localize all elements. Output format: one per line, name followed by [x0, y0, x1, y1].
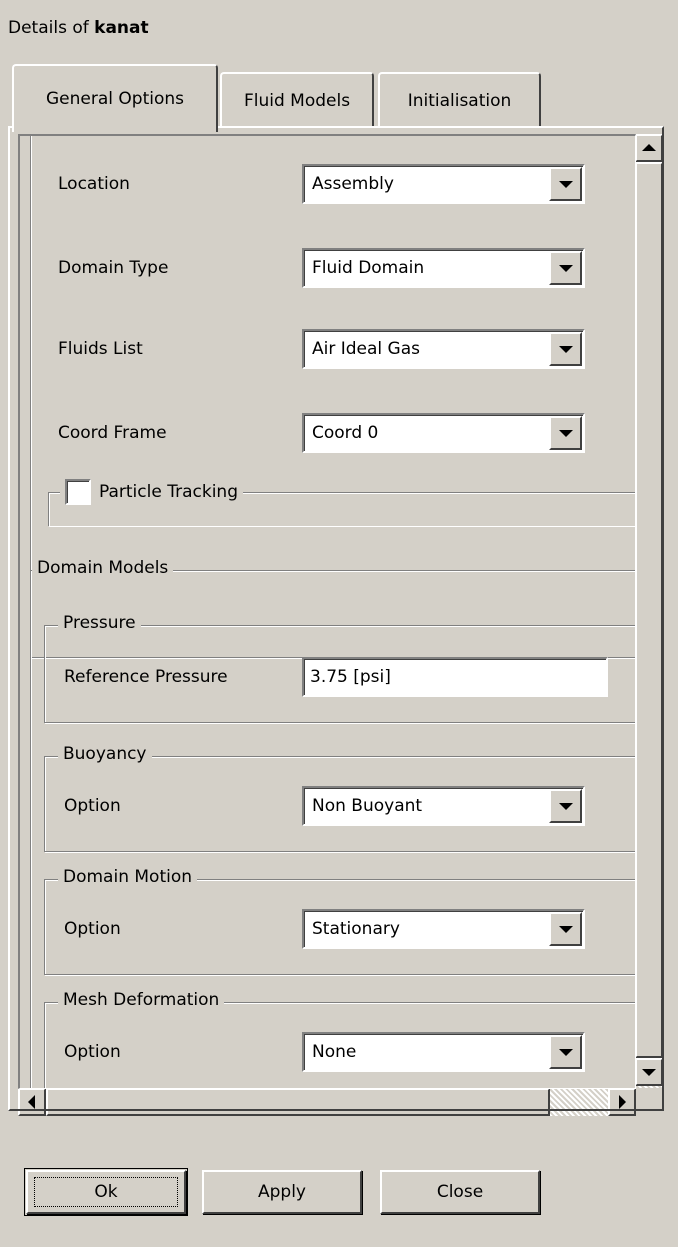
- domain-motion-option-label: Option: [64, 919, 121, 939]
- chevron-down-icon: [558, 265, 573, 272]
- tab-fluid-models[interactable]: Fluid Models: [220, 72, 374, 128]
- buoyancy-option-label: Option: [64, 796, 121, 816]
- chevron-down-icon: [558, 346, 573, 353]
- location-label: Location: [58, 174, 130, 194]
- focus-rect: [34, 1177, 178, 1207]
- details-prefix: Details of: [8, 18, 95, 38]
- coord-frame-value: Coord 0: [312, 423, 379, 443]
- fluids-list-combo[interactable]: Air Ideal Gas: [302, 329, 585, 369]
- reference-pressure-value: 3.75 [psi]: [310, 667, 391, 687]
- chevron-down-icon: [558, 1049, 573, 1056]
- fluids-list-value: Air Ideal Gas: [312, 339, 421, 359]
- particle-tracking-legend: Particle Tracking: [60, 479, 243, 505]
- close-button[interactable]: Close: [380, 1170, 540, 1214]
- domain-type-dropdown-button[interactable]: [549, 251, 582, 285]
- scroll-viewport: Location Assembly Domain Type Fluid Doma…: [18, 134, 636, 1089]
- pressure-legend: Pressure: [58, 613, 141, 633]
- fluids-list-dropdown-button[interactable]: [549, 332, 582, 366]
- domain-motion-option-combo[interactable]: Stationary: [302, 909, 585, 949]
- domain-motion-dropdown-button[interactable]: [549, 912, 582, 946]
- tab-general-options[interactable]: General Options: [12, 64, 218, 132]
- domain-motion-option-value: Stationary: [312, 919, 400, 939]
- fluids-list-label: Fluids List: [58, 339, 143, 359]
- chevron-down-icon: [558, 803, 573, 810]
- apply-button-label: Apply: [258, 1182, 306, 1202]
- domain-models-legend: Domain Models: [32, 558, 174, 578]
- domain-type-value: Fluid Domain: [312, 258, 425, 278]
- apply-button[interactable]: Apply: [202, 1170, 362, 1214]
- reference-pressure-label: Reference Pressure: [64, 667, 228, 687]
- domain-type-combo[interactable]: Fluid Domain: [302, 248, 585, 288]
- chevron-down-icon: [558, 926, 573, 933]
- mesh-deformation-option-value: None: [312, 1042, 357, 1062]
- coord-frame-dropdown-button[interactable]: [549, 416, 582, 450]
- tab-initialisation[interactable]: Initialisation: [378, 72, 541, 128]
- mesh-deformation-legend: Mesh Deformation: [58, 990, 225, 1010]
- mesh-deformation-dropdown-button[interactable]: [549, 1035, 582, 1069]
- details-header: Details of kanat: [8, 18, 149, 38]
- tab-label: Initialisation: [407, 91, 512, 111]
- chevron-down-icon: [558, 181, 573, 188]
- ok-button[interactable]: Ok: [24, 1168, 188, 1216]
- buoyancy-option-combo[interactable]: Non Buoyant: [302, 786, 585, 826]
- close-button-label: Close: [436, 1182, 484, 1202]
- particle-tracking-label: Particle Tracking: [99, 482, 238, 502]
- buoyancy-dropdown-button[interactable]: [549, 789, 582, 823]
- chevron-down-icon: [558, 430, 573, 437]
- location-combo[interactable]: Assembly: [302, 164, 585, 204]
- location-value: Assembly: [312, 174, 394, 194]
- mesh-deformation-option-label: Option: [64, 1042, 121, 1062]
- buoyancy-option-value: Non Buoyant: [312, 796, 423, 816]
- location-dropdown-button[interactable]: [549, 167, 582, 201]
- tab-label: General Options: [46, 89, 184, 109]
- coord-frame-combo[interactable]: Coord 0: [302, 413, 585, 453]
- particle-tracking-checkbox[interactable]: [65, 479, 91, 505]
- tab-label: Fluid Models: [243, 91, 351, 111]
- coord-frame-label: Coord Frame: [58, 423, 167, 443]
- object-name: kanat: [94, 18, 149, 38]
- reference-pressure-input[interactable]: 3.75 [psi]: [302, 657, 608, 697]
- domain-type-label: Domain Type: [58, 258, 169, 278]
- domain-motion-legend: Domain Motion: [58, 867, 198, 887]
- buoyancy-legend: Buoyancy: [58, 744, 152, 764]
- mesh-deformation-option-combo[interactable]: None: [302, 1032, 585, 1072]
